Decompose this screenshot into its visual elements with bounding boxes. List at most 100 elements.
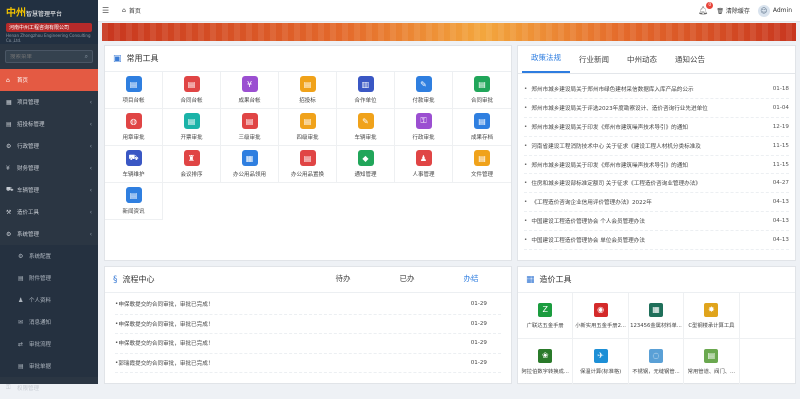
tool-item[interactable]: ♟ 人事管理 — [395, 146, 453, 183]
sidebar-subitem[interactable]: ♟ 个人资料 — [0, 289, 98, 311]
menu-toggle-icon[interactable]: ☰ — [102, 6, 116, 15]
bell-icon[interactable]: 🔔︎ 0 — [698, 2, 714, 15]
sidebar-subitem[interactable]: ▤ 附件管理 — [0, 267, 98, 289]
menu-search-input[interactable] — [10, 53, 85, 60]
sidebar-item[interactable]: ▤ 招投标管理 ‹ — [0, 113, 98, 135]
flow-item[interactable]: • 申保歌提交的合同审批，审批已完成！ 01-29 — [115, 295, 501, 315]
news-item[interactable]: • 郑州市城乡建设局关于郑州市绿色建材采信数据库入库产品的公示 01-18 — [524, 80, 789, 99]
search-icon[interactable]: ⌕ — [85, 53, 88, 61]
clear-cache-button[interactable]: 🗑︎ 清除缓存 — [716, 6, 750, 15]
news-item[interactable]: • 郑州市城乡建设局关于评选2023年度勘察设计、造价咨询行业先进单位 01-04 — [524, 99, 789, 118]
sidebar-item[interactable]: ¥ 财务管理 ‹ — [0, 157, 98, 179]
cost-tool-item[interactable]: ✸ C型钢楼承计算工具 — [684, 293, 740, 339]
tool-item[interactable]: ▤ 开票审批 — [163, 109, 221, 146]
news-title[interactable]: 郑州市城乡建设局关于评选2023年度勘察设计、造价咨询行业先进单位 — [531, 104, 763, 112]
news-title[interactable]: 郑州市城乡建设局关于印发《郑州市建筑噪声技术导引》的通知 — [531, 161, 763, 169]
tool-item[interactable]: ▤ 新闻资讯 — [105, 183, 163, 220]
news-item[interactable]: • 河南省建设工程消防技术中心 关于征求《建设工程人材机分类标准及 11-15 — [524, 137, 789, 156]
flow-item[interactable]: • 郭瑞霞提交的合同审批，审批已完成！ 01-29 — [115, 354, 501, 373]
tool-item[interactable]: ◍ 用章审批 — [105, 109, 163, 146]
flow-tab[interactable]: 待办 — [311, 273, 375, 286]
tool-item[interactable]: ▥ 合作单位 — [337, 72, 395, 109]
tool-item[interactable]: ▤ 四级审批 — [279, 109, 337, 146]
tool-item[interactable]: ¥ 成果台帐 — [221, 72, 279, 109]
flow-tab[interactable]: 已办 — [375, 273, 439, 286]
flow-item[interactable]: • 申保歌提交的合同审批，审批已完成！ 01-29 — [115, 334, 501, 354]
cost-tool-item[interactable]: ▦ 123456金属材料单... — [628, 293, 685, 339]
news-item[interactable]: • 中国建设工程造价管理协会 单位会员管理办法 04-13 — [524, 231, 789, 251]
cost-tool-icon: ▤ — [704, 348, 719, 363]
tool-icon: ♜ — [183, 150, 200, 166]
bullet-icon: • — [524, 199, 528, 206]
news-title[interactable]: 郑州市城乡建设局关于印发《郑州市建筑噪声技术导引》的通知 — [531, 123, 763, 131]
tool-item[interactable]: ▤ 合同审批 — [453, 72, 511, 109]
cost-tool-item[interactable]: ◉ 小新实用五金手册2... — [573, 293, 629, 339]
news-title[interactable]: 郑州市城乡建设局关于郑州市绿色建材采信数据库入库产品的公示 — [531, 85, 763, 93]
user-menu[interactable]: ☺ Admin — [757, 4, 792, 17]
sidebar-item[interactable]: ▦ 项目管理 ‹ — [0, 91, 98, 113]
flow-date: 01-29 — [470, 340, 487, 347]
flow-icon: § — [113, 274, 118, 285]
tool-label: 合作单位 — [354, 98, 377, 104]
tool-item[interactable]: ◆ 通知管理 — [337, 146, 395, 183]
flow-title[interactable]: 申保歌提交的合同审批，审批已完成！ — [118, 320, 447, 328]
tool-item[interactable]: ⚿ 行政审批 — [395, 109, 453, 146]
menu-search[interactable]: ⌕ — [5, 50, 93, 63]
tool-label: 文件管理 — [470, 172, 493, 178]
news-title[interactable]: 《工程造价咨询企业信用评价管理办法》2022年 — [531, 198, 763, 206]
tool-label: 车辆维护 — [122, 172, 145, 178]
news-title[interactable]: 住房和城乡建设部标准定额司 关于征求《工程造价咨询业管理办法》 — [531, 179, 763, 187]
flow-item[interactable]: • 申保歌提交的合同审批，审批已完成！ 01-29 — [115, 315, 501, 334]
news-tab[interactable]: 中州动态 — [618, 54, 666, 73]
news-item[interactable]: • 住房和城乡建设部标准定额司 关于征求《工程造价咨询业管理办法》 04-27 — [524, 174, 789, 194]
news-tab[interactable]: 行业新闻 — [570, 54, 618, 73]
car-icon: ⛟ — [6, 186, 14, 193]
cost-tool-item[interactable]: Z 广联达五金手册 — [518, 293, 574, 339]
breadcrumb-home[interactable]: 首页 — [129, 6, 141, 15]
news-item[interactable]: • 郑州市城乡建设局关于印发《郑州市建筑噪声技术导引》的通知 12-19 — [524, 118, 789, 137]
sidebar-item[interactable]: ⚒ 造价工具 ‹ — [0, 201, 98, 223]
tool-item[interactable]: ♜ 会议排序 — [163, 146, 221, 183]
tool-item[interactable]: ▤ 项目台帐 — [105, 72, 163, 109]
sidebar-item[interactable]: ⚿ 权限管理 — [0, 377, 98, 399]
tool-item[interactable]: ▦ 办公用品领用 — [221, 146, 279, 183]
gear-icon: ⚙ — [6, 142, 12, 150]
news-item[interactable]: • 中国建设工程造价管理协会 个人会员管理办法 04-13 — [524, 212, 789, 232]
cost-tool-item[interactable]: ✈ 保温计算(标准格) — [573, 339, 629, 385]
bullet-icon: • — [524, 161, 528, 168]
tool-item[interactable]: ⛟ 车辆维护 — [105, 146, 163, 183]
tool-item[interactable]: ▤ 办公用品置换 — [279, 146, 337, 183]
sidebar-subitem[interactable]: ⚙ 系统配置 — [0, 245, 98, 267]
cost-tool-item[interactable]: ❀ 阿拉伯数字转换成... — [518, 339, 574, 385]
flow-title[interactable]: 申保歌提交的合同审批，审批已完成！ — [118, 300, 447, 308]
sidebar-item[interactable]: ⌂ 首页 — [0, 69, 98, 91]
sidebar-subitem[interactable]: ⇄ 审批流程 — [0, 333, 98, 355]
news-title[interactable]: 河南省建设工程消防技术中心 关于征求《建设工程人材机分类标准及 — [531, 142, 763, 150]
sidebar-subitem[interactable]: ▤ 审批单据 — [0, 355, 98, 377]
tool-item[interactable]: ✎ 付款审批 — [395, 72, 453, 109]
tool-item[interactable]: ▤ 成果存档 — [453, 109, 511, 146]
cost-tool-item[interactable]: ▤ 常用管道、阀门、... — [684, 339, 740, 385]
news-tab[interactable]: 政策法规 — [522, 52, 570, 73]
cost-tool-item[interactable]: ◌ 不锈钢，无缝钢管... — [628, 339, 685, 385]
sidebar-item[interactable]: ⛟ 车辆管理 ‹ — [0, 179, 98, 201]
news-title[interactable]: 中国建设工程造价管理协会 个人会员管理办法 — [531, 217, 763, 225]
tool-item[interactable]: ✎ 车辆审批 — [337, 109, 395, 146]
flow-title[interactable]: 申保歌提交的合同审批，审批已完成！ — [118, 339, 447, 347]
news-item[interactable]: • 《工程造价咨询企业信用评价管理办法》2022年 04-13 — [524, 193, 789, 213]
news-title[interactable]: 中国建设工程造价管理协会 单位会员管理办法 — [531, 236, 763, 244]
tool-label: 会议排序 — [180, 172, 203, 178]
news-tab[interactable]: 通知公告 — [666, 54, 714, 73]
sidebar-subitem[interactable]: ✉ 消息通知 — [0, 311, 98, 333]
sidebar-item[interactable]: ⚙ 行政管理 ‹ — [0, 135, 98, 157]
tool-item[interactable]: ▤ 招投标 — [279, 72, 337, 109]
tool-item[interactable]: ▤ 三级审批 — [221, 109, 279, 146]
news-item[interactable]: • 郑州市城乡建设局关于印发《郑州市建筑噪声技术导引》的通知 11-15 — [524, 156, 789, 175]
sidebar-item[interactable]: ⚙ 系统管理 ‹ — [0, 223, 98, 245]
banner — [102, 23, 796, 41]
tool-item[interactable]: ▤ 文件管理 — [453, 146, 511, 183]
tool-item[interactable]: ▤ 合同台帐 — [163, 72, 221, 109]
chevron-left-icon: ‹ — [89, 208, 92, 216]
flow-title[interactable]: 郭瑞霞提交的合同审批，审批已完成！ — [118, 359, 447, 367]
flow-tab[interactable]: 办结 — [439, 273, 503, 286]
